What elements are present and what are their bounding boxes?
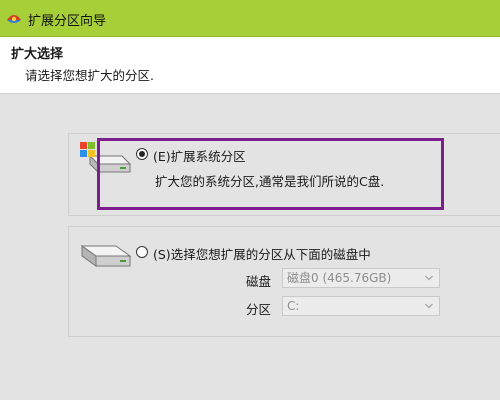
disk-select-value: 磁盘0 (465.76GB) [287, 271, 392, 285]
chevron-down-icon [425, 303, 433, 309]
window-titlebar: 扩展分区向导 [0, 0, 500, 37]
radio-select-partition[interactable] [136, 246, 148, 258]
disk-label: 磁盘 [246, 274, 272, 289]
window-title: 扩展分区向导 [28, 14, 107, 29]
partition-select[interactable]: C: [282, 296, 440, 316]
partition-select-value: C: [287, 299, 300, 313]
option-select-partition-label[interactable]: (S)选择您想扩展的分区从下面的磁盘中 [153, 244, 371, 263]
partition-wizard-icon [7, 15, 21, 23]
page-subtitle: 请选择您想扩大的分区. [25, 68, 154, 83]
page-title: 扩大选择 [11, 47, 64, 62]
hard-drive-icon [80, 245, 132, 267]
wizard-header: 扩大选择 请选择您想扩大的分区. [0, 37, 500, 94]
disk-select[interactable]: 磁盘0 (465.76GB) [282, 268, 440, 288]
selection-highlight-box [97, 138, 444, 210]
chevron-down-icon [425, 275, 433, 281]
partition-label: 分区 [246, 302, 272, 317]
